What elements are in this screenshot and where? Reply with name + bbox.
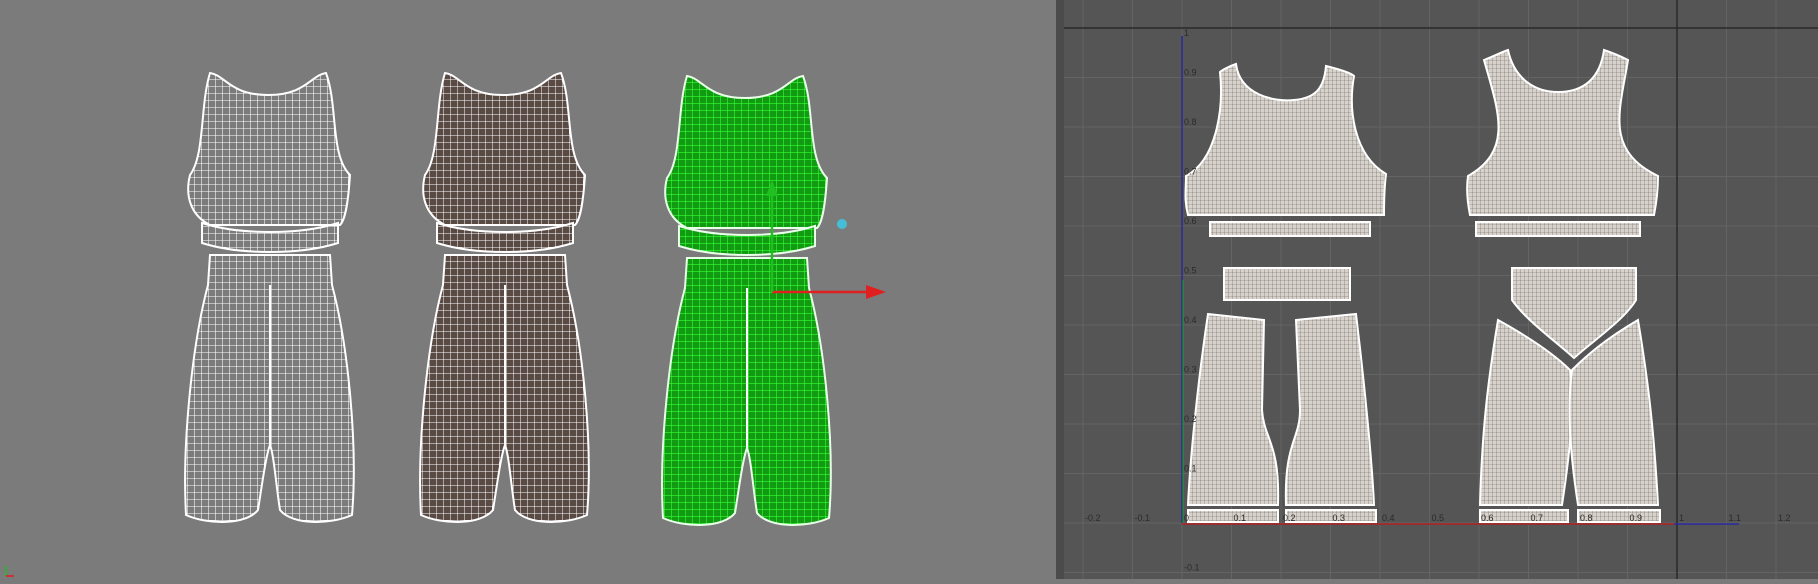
uv-shell-back-leg-left xyxy=(1478,318,1573,506)
y-tick-label: 0.8 xyxy=(1184,117,1197,127)
y-tick-label: 0.9 xyxy=(1184,68,1197,78)
origin-axis-icon xyxy=(5,566,14,577)
garment-wireframe-white[interactable] xyxy=(184,72,355,523)
uv-editor[interactable]: -0.2 -0.1 0 0.1 0.2 0.3 0.4 0.5 0.6 0.7 0.8 0.9 1 1.1… xyxy=(1064,0,1818,579)
x-tick-label: 0.8 xyxy=(1580,513,1593,523)
viewport-canvas[interactable] xyxy=(0,0,1056,579)
x-tick-label: 0.7 xyxy=(1531,513,1544,523)
x-tick-label: 0.6 xyxy=(1481,513,1494,523)
x-tick-label: 0.9 xyxy=(1630,513,1643,523)
uv-grid-major xyxy=(1064,0,1818,579)
y-tick-label: 0.6 xyxy=(1184,216,1197,226)
uv-shell-front-band xyxy=(1209,221,1371,237)
viewport-3d[interactable] xyxy=(0,0,1056,579)
x-tick-label: 0.2 xyxy=(1283,513,1296,523)
uv-shell-cuff-2 xyxy=(1285,509,1377,523)
y-tick-label: 0.3 xyxy=(1184,365,1197,375)
x-tick-label: 0 xyxy=(1184,513,1189,523)
x-tick-label: -0.1 xyxy=(1135,513,1151,523)
y-tick-label: 0.1 xyxy=(1184,464,1197,474)
x-tick-label: -0.2 xyxy=(1085,513,1101,523)
y-tick-label: 0.2 xyxy=(1184,414,1197,424)
y-tick-label: 0.4 xyxy=(1184,315,1197,325)
uv-grid-fine xyxy=(1064,0,1818,579)
x-tick-label: 0.5 xyxy=(1432,513,1445,523)
x-tick-label: 1 xyxy=(1679,513,1684,523)
y-tick-label: 1 xyxy=(1184,28,1189,38)
uv-shell-group[interactable] xyxy=(1184,48,1661,523)
x-tick-label: 0.3 xyxy=(1333,513,1346,523)
uv-shell-front-leg-left xyxy=(1186,312,1280,506)
x-tick-label: 1.1 xyxy=(1729,513,1742,523)
uv-shell-front-leg-right xyxy=(1284,312,1376,506)
uv-shell-back-band xyxy=(1475,221,1641,237)
y-tick-label: 0.5 xyxy=(1184,266,1197,276)
uv-shell-front-waist xyxy=(1223,267,1351,301)
uv-canvas[interactable]: -0.2 -0.1 0 0.1 0.2 0.3 0.4 0.5 0.6 0.7 0.8 0.9 1 1.1… xyxy=(1064,0,1818,579)
x-tick-label: 0.1 xyxy=(1234,513,1247,523)
garment-wireframe-shaded[interactable] xyxy=(419,72,590,523)
uv-shell-front-top xyxy=(1184,62,1388,216)
y-tick-label: 0.7 xyxy=(1184,167,1197,177)
uv-shell-back-top xyxy=(1466,48,1660,216)
garment-wireframe-selected[interactable] xyxy=(661,75,832,526)
x-tick-label: 1.2 xyxy=(1778,513,1791,523)
x-tick-label: 0.4 xyxy=(1382,513,1395,523)
application-window: -0.2 -0.1 0 0.1 0.2 0.3 0.4 0.5 0.6 0.7 0.8 0.9 1 1.1… xyxy=(0,0,1818,579)
panel-splitter[interactable] xyxy=(1056,0,1064,579)
y-tick-label: -0.1 xyxy=(1184,563,1200,573)
